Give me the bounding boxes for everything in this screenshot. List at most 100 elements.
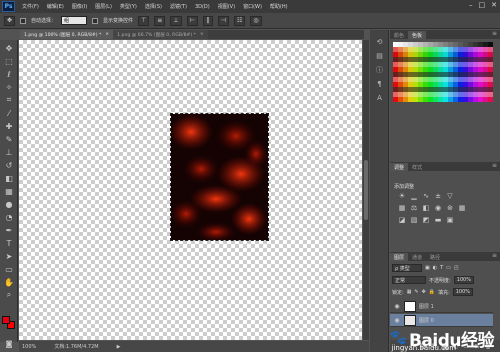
dodge-tool-icon[interactable]: ◔ [3, 211, 15, 223]
color-lookup-icon[interactable]: ▦ [456, 204, 468, 214]
magic-wand-tool-icon[interactable]: ✧ [3, 81, 15, 93]
menu-window[interactable]: 窗口(W) [239, 3, 266, 10]
align-left-button[interactable]: ⊢ [186, 15, 198, 26]
visibility-eye-icon[interactable]: ◉ [393, 316, 401, 324]
blend-mode-dropdown[interactable]: 正常 [392, 276, 426, 284]
fill-input[interactable]: 100% [452, 288, 474, 296]
info-icon[interactable]: ⓘ [374, 64, 385, 75]
menu-3d[interactable]: 3D(D) [191, 4, 214, 10]
brush-tool-icon[interactable]: ✎ [3, 133, 15, 145]
lock-pixels-icon[interactable]: ▦ [407, 289, 412, 295]
tab-swatches[interactable]: 色板 [408, 31, 427, 39]
menu-select[interactable]: 选择(S) [141, 3, 166, 10]
tab-adjustments[interactable]: 调整 [390, 163, 409, 171]
invert-icon[interactable]: ◪ [396, 216, 408, 226]
auto-select-dropdown[interactable]: 组 [61, 16, 88, 25]
menu-edit[interactable]: 编辑(E) [43, 3, 68, 10]
3d-mode-button[interactable]: ◎ [250, 15, 262, 26]
align-right-button[interactable]: ⊣ [217, 15, 230, 26]
menu-file[interactable]: 文件(F) [18, 3, 43, 10]
levels-icon[interactable]: ▁ [408, 192, 420, 202]
healing-tool-icon[interactable]: ✚ [3, 120, 15, 132]
eyedropper-tool-icon[interactable]: ⁄ [3, 107, 15, 119]
opacity-input[interactable]: 100% [453, 276, 474, 284]
tab-color[interactable]: 颜色 [390, 31, 408, 39]
auto-select-checkbox[interactable] [20, 17, 27, 24]
minimize-button[interactable]: – [469, 1, 473, 9]
shape-tool-icon[interactable]: ▭ [3, 263, 15, 275]
close-button[interactable]: ✕ [491, 1, 497, 9]
document-tab-active[interactable]: 1.png @ 100% (图层 0, RGB/8#) * × [20, 30, 114, 39]
history-brush-tool-icon[interactable]: ↺ [3, 159, 15, 171]
brightness-icon[interactable]: ☀ [396, 192, 408, 202]
vibrance-icon[interactable]: ▽ [444, 192, 456, 202]
menu-filter[interactable]: 滤镜(T) [166, 3, 191, 10]
panel-menu-icon[interactable]: ≡ [492, 30, 497, 37]
swatch-cell[interactable] [488, 97, 493, 102]
channel-mixer-icon[interactable]: ⊛ [444, 204, 456, 214]
hue-saturation-icon[interactable]: ▦ [396, 204, 408, 214]
photo-filter-icon[interactable]: ◉ [432, 204, 444, 214]
menu-layer[interactable]: 图层(L) [91, 3, 116, 10]
selective-color-icon[interactable]: ▣ [444, 216, 456, 226]
status-menu-arrow-icon[interactable]: ▶ [117, 344, 121, 350]
clone-stamp-tool-icon[interactable]: ⊥ [3, 146, 15, 158]
type-tool-icon[interactable]: T [3, 237, 15, 249]
gradient-tool-icon[interactable]: ▦ [3, 185, 15, 197]
hand-tool-icon[interactable]: ✋ [3, 276, 15, 288]
align-bottom-button[interactable]: ⊥ [170, 15, 182, 26]
panel-menu-icon[interactable]: ≡ [492, 252, 497, 259]
foreground-color-swatch[interactable] [2, 316, 10, 324]
history-icon[interactable]: ⟲ [374, 36, 385, 47]
zoom-tool-icon[interactable]: ⌕ [3, 289, 15, 301]
align-top-button[interactable]: ⊤ [138, 15, 150, 26]
pen-tool-icon[interactable]: ✒ [3, 224, 15, 236]
layer-row[interactable]: ◉ 图层 1 [390, 300, 493, 313]
lock-all-icon[interactable]: 🔒 [429, 289, 435, 295]
gradient-map-icon[interactable]: ▬ [432, 216, 444, 226]
menu-view[interactable]: 视图(V) [214, 3, 239, 10]
paragraph-icon[interactable]: ¶ [374, 78, 385, 89]
filter-shape-icon[interactable]: ▭ [446, 265, 451, 271]
tab-layers[interactable]: 图层 [390, 253, 409, 261]
align-center-button[interactable]: ‖ [202, 15, 213, 26]
filter-type-icon[interactable]: T [440, 265, 443, 271]
menu-type[interactable]: 类型(Y) [116, 3, 141, 10]
align-middle-button[interactable]: ≡ [154, 15, 166, 26]
quick-mask-icon[interactable]: ◙ [3, 338, 15, 350]
lasso-tool-icon[interactable]: ℓ [3, 68, 15, 80]
tab-channels[interactable]: 通道 [408, 253, 426, 261]
color-balance-icon[interactable]: ⚖ [408, 204, 420, 214]
menu-help[interactable]: 帮助(H) [266, 3, 292, 10]
crop-tool-icon[interactable]: ⌗ [3, 94, 15, 106]
filter-smart-icon[interactable]: ◰ [454, 265, 459, 271]
tab-paths[interactable]: 路径 [426, 253, 444, 261]
move-tool-icon[interactable]: ✥ [3, 42, 15, 54]
path-select-tool-icon[interactable]: ➤ [3, 250, 15, 262]
image-layer-selection[interactable] [170, 113, 269, 241]
curves-icon[interactable]: ∿ [420, 192, 432, 202]
marquee-tool-icon[interactable]: ⬚ [3, 55, 15, 67]
exposure-icon[interactable]: ± [432, 192, 444, 202]
filter-pixel-icon[interactable]: ▣ [425, 265, 430, 271]
posterize-icon[interactable]: ▧ [408, 216, 420, 226]
tab-styles[interactable]: 样式 [408, 163, 426, 171]
distribute-button[interactable]: ☷ [234, 15, 246, 26]
close-icon[interactable]: × [200, 32, 204, 37]
document-tab-inactive[interactable]: 1.png @ 66.7% (图层 0, RGB/8#) * × [113, 30, 208, 39]
character-icon[interactable]: A [374, 92, 385, 103]
properties-icon[interactable]: ▤ [374, 50, 385, 61]
zoom-level[interactable]: 100% [22, 344, 36, 350]
close-icon[interactable]: × [105, 32, 109, 37]
scrollbar-thumb[interactable] [364, 160, 368, 220]
layer-filter-dropdown[interactable]: ρ 类型 [392, 264, 422, 272]
black-white-icon[interactable]: ◧ [420, 204, 432, 214]
visibility-eye-icon[interactable]: ◉ [393, 302, 401, 310]
filter-adjust-icon[interactable]: ◐ [433, 265, 437, 271]
swatches-grid[interactable] [393, 42, 493, 102]
show-transform-checkbox[interactable] [92, 17, 99, 24]
lock-move-icon[interactable]: ✥ [422, 289, 426, 295]
lock-paint-icon[interactable]: ✎ [414, 289, 418, 295]
panel-menu-icon[interactable]: ≡ [492, 162, 497, 169]
vertical-scrollbar[interactable] [363, 40, 369, 340]
